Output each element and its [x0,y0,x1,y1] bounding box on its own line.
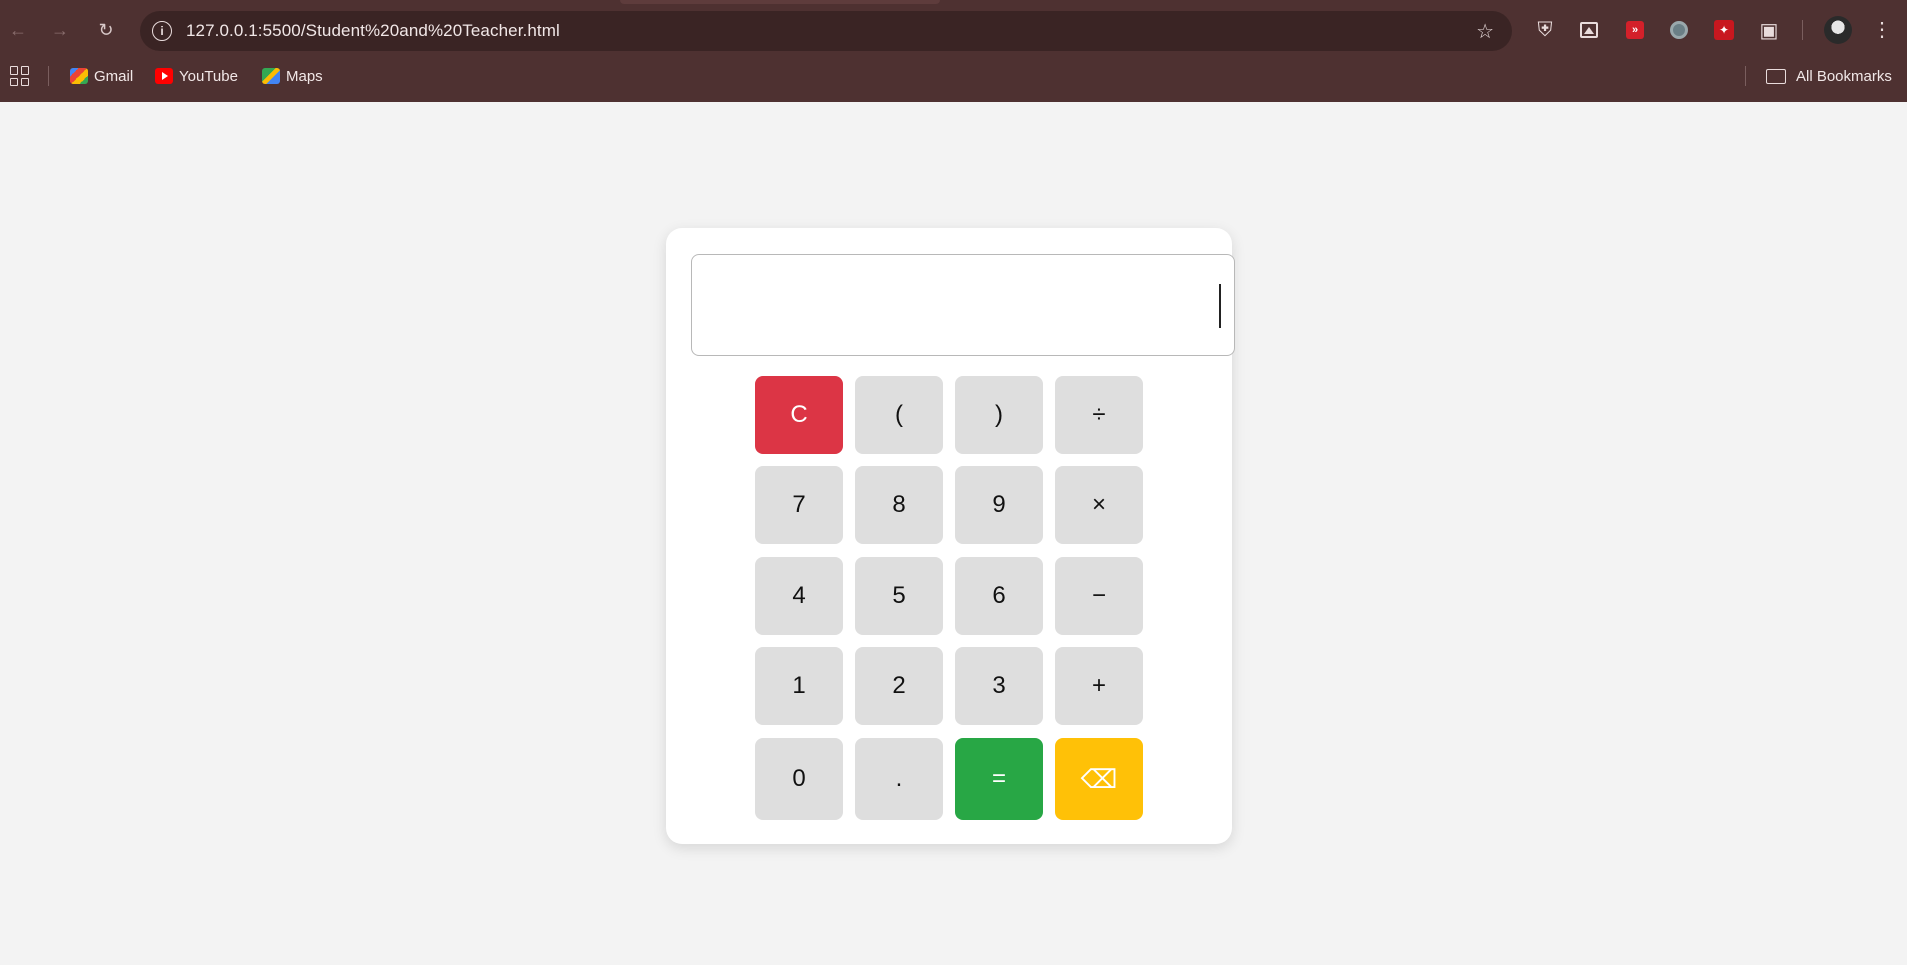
digit-5-button[interactable]: 5 [855,557,943,635]
reload-icon[interactable]: ↻ [92,16,120,44]
digit-8-button[interactable]: 8 [855,466,943,544]
bookmark-label: Maps [286,67,323,85]
active-tab-indicator [620,0,940,4]
youtube-icon [155,68,173,84]
address-bar[interactable]: i 127.0.0.1:5500/Student%20and%20Teacher… [140,11,1512,51]
maps-icon [262,68,280,84]
close-paren-button[interactable]: ) [955,376,1043,454]
browser-chrome: ← → ↻ i 127.0.0.1:5500/Student%20and%20T… [0,0,1907,102]
text-cursor [1219,284,1221,328]
browser-menu-icon[interactable]: ⋮ [1872,17,1892,42]
bookmark-label: YouTube [179,67,238,85]
backspace-button[interactable]: ⌫ [1055,738,1143,820]
gmail-icon [70,68,88,84]
browser-toolbar: ← → ↻ i 127.0.0.1:5500/Student%20and%20T… [0,8,1907,52]
folder-icon [1766,68,1786,84]
extensions-puzzle-icon[interactable]: ▣ [1756,17,1782,43]
decimal-button[interactable]: . [855,738,943,820]
wand-extension-icon[interactable]: ✦ [1711,17,1737,43]
digit-9-button[interactable]: 9 [955,466,1043,544]
add-button[interactable]: + [1055,647,1143,725]
digit-1-button[interactable]: 1 [755,647,843,725]
profile-avatar[interactable] [1824,16,1852,44]
calculator-display[interactable] [691,254,1235,356]
digit-6-button[interactable]: 6 [955,557,1043,635]
bookmark-youtube[interactable]: YouTube [155,66,238,86]
all-bookmarks-button[interactable]: All Bookmarks [1766,66,1892,86]
divide-button[interactable]: ÷ [1055,376,1143,454]
bookmarks-bar: Gmail YouTube Maps All Bookmarks [0,60,1907,92]
digit-7-button[interactable]: 7 [755,466,843,544]
image-extension-icon[interactable] [1576,17,1602,43]
open-paren-button[interactable]: ( [855,376,943,454]
subtract-button[interactable]: − [1055,557,1143,635]
all-bookmarks-label: All Bookmarks [1796,67,1892,85]
digit-3-button[interactable]: 3 [955,647,1043,725]
calculator-card: C ( ) ÷ 7 8 9 × 4 5 6 − 1 2 3 + 0 . = ⌫ [666,228,1235,844]
site-info-icon[interactable]: i [152,21,172,41]
address-url[interactable]: 127.0.0.1:5500/Student%20and%20Teacher.h… [186,21,560,41]
bookmark-star-icon[interactable]: ☆ [1476,19,1494,44]
digit-4-button[interactable]: 4 [755,557,843,635]
bookmarks-divider [48,66,49,86]
clear-button[interactable]: C [755,376,843,454]
digit-2-button[interactable]: 2 [855,647,943,725]
forward-icon[interactable]: → [46,16,74,44]
apps-grid-icon[interactable] [10,66,30,86]
red-extension-icon[interactable]: » [1622,17,1648,43]
multiply-button[interactable]: × [1055,466,1143,544]
toolbar-divider [1802,20,1803,40]
equals-button[interactable]: = [955,738,1043,820]
bookmarks-divider [1745,66,1746,86]
bookmark-maps[interactable]: Maps [262,66,323,86]
back-icon[interactable]: ← [4,16,32,44]
bookmark-gmail[interactable]: Gmail [70,66,133,86]
shield-extension-icon[interactable]: ⛨ [1532,17,1558,43]
digit-0-button[interactable]: 0 [755,738,843,820]
bookmark-label: Gmail [94,67,134,85]
tool-extension-icon[interactable] [1666,17,1692,43]
